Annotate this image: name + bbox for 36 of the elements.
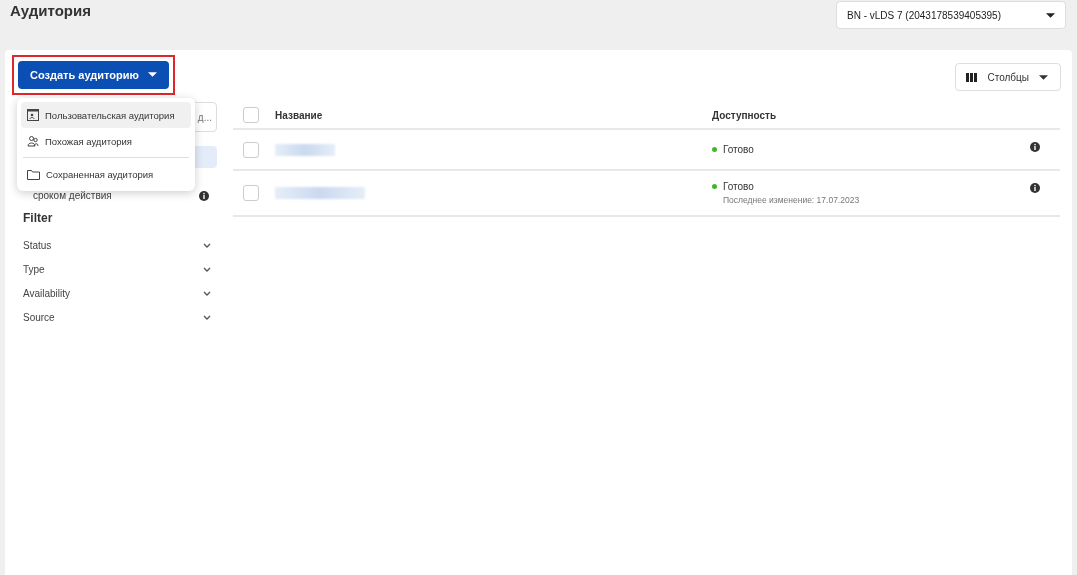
status-text: Готово	[723, 181, 754, 192]
folder-icon	[27, 168, 40, 180]
column-header[interactable]: Доступность	[712, 109, 1030, 121]
columns-icon	[966, 72, 978, 82]
info-icon[interactable]	[1030, 142, 1040, 152]
chevron-icon	[203, 290, 211, 296]
last-modified-text: Последнее изменение: 17.07.2023	[723, 195, 861, 205]
filter-item[interactable]: Source	[23, 305, 211, 329]
filter-title: Filter	[23, 211, 54, 225]
info-icon[interactable]	[1030, 183, 1040, 193]
checkbox[interactable]	[243, 185, 259, 201]
caret-icon	[1046, 12, 1055, 18]
filter-item[interactable]: Status	[23, 233, 211, 257]
chevron-icon	[203, 242, 211, 248]
status-text: Готово	[723, 144, 754, 155]
menu-item[interactable]: Пользовательская аудитория	[21, 102, 191, 128]
page-title: Аудитория	[10, 2, 91, 19]
people-icon	[27, 135, 39, 147]
contact-card-icon	[27, 109, 39, 121]
create-audience-button[interactable]: Создать аудиторию	[18, 60, 169, 89]
menu-item[interactable]: Похожая аудитория	[21, 128, 191, 154]
filter-item[interactable]: Availability	[23, 281, 211, 305]
column-header[interactable]: Название	[275, 109, 712, 121]
account-selector[interactable]: BN - vLDS 7 (2043178539405395)	[836, 1, 1066, 29]
info-icon[interactable]	[199, 190, 209, 201]
menu-item[interactable]: Сохраненная аудитория	[21, 161, 191, 187]
filter-item[interactable]: Type	[23, 257, 211, 281]
chevron-icon	[203, 266, 211, 272]
columns-button[interactable]: Столбцы	[955, 63, 1061, 91]
caret-icon	[147, 72, 157, 77]
checkbox[interactable]	[243, 107, 259, 123]
checkbox[interactable]	[243, 141, 259, 158]
sidebar-item[interactable]: сроком действия	[33, 190, 112, 201]
chevron-icon	[203, 314, 211, 320]
blurred-name	[275, 143, 335, 156]
caret-icon	[1039, 74, 1048, 80]
